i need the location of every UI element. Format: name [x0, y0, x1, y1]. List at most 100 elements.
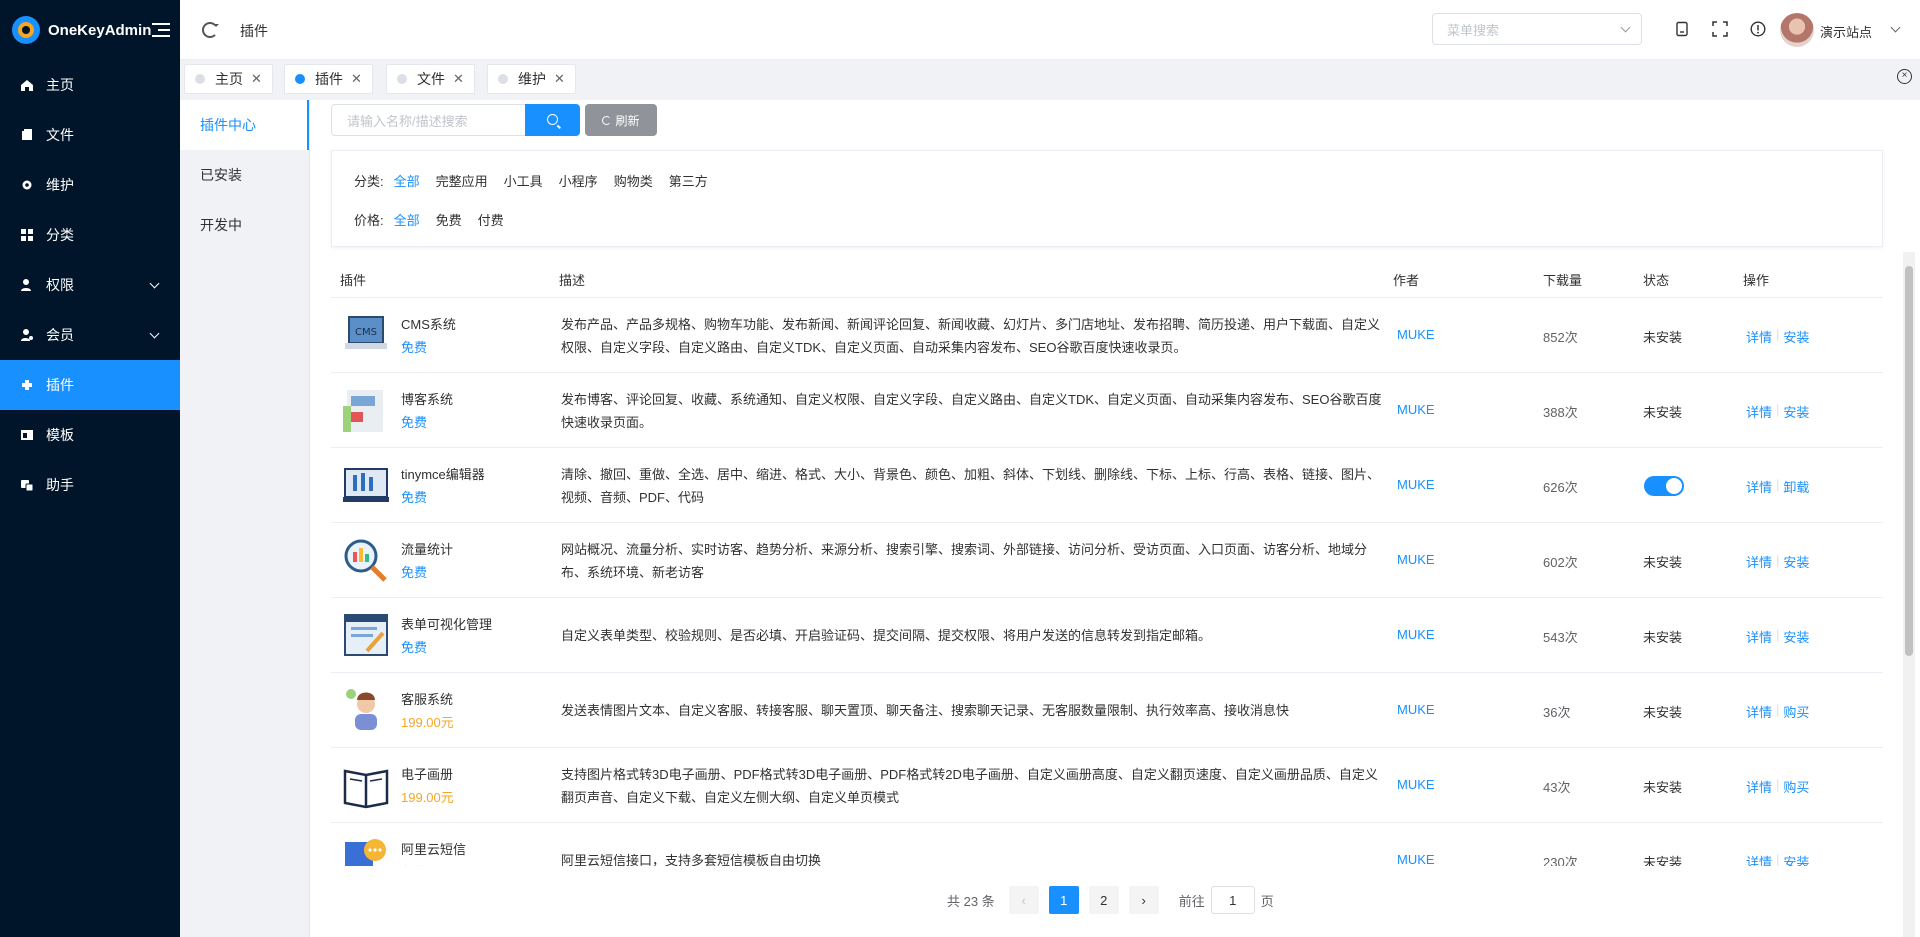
sidebar-item-7[interactable]: 模板 [0, 410, 180, 460]
sidebar-item-6[interactable]: 插件 [0, 360, 180, 410]
plugin-author-link[interactable]: MUKE [1397, 852, 1435, 866]
sidebar-item-0[interactable]: 主页 [0, 60, 180, 110]
page-button[interactable]: 2 [1088, 886, 1119, 914]
price-option[interactable]: 免费 [436, 210, 462, 229]
logo[interactable]: OneKeyAdmin [0, 0, 180, 60]
column-header: 操作 [1743, 273, 1770, 288]
menu-collapse-icon[interactable] [152, 22, 170, 38]
plugin-actions: 详情 | 安装 [1746, 402, 1809, 421]
plugin-search-input[interactable]: 请输入名称/描述搜索 [331, 104, 526, 136]
close-icon[interactable]: ✕ [251, 71, 262, 87]
plugin-price: 199.00元 [401, 715, 454, 730]
details-link[interactable]: 详情 [1746, 627, 1772, 646]
details-link[interactable]: 详情 [1746, 402, 1772, 421]
close-icon[interactable]: ✕ [554, 71, 565, 87]
details-link[interactable]: 详情 [1746, 852, 1772, 866]
next-page-button[interactable]: › [1128, 886, 1159, 914]
category-option[interactable]: 第三方 [669, 171, 708, 190]
details-link[interactable]: 详情 [1746, 552, 1772, 571]
close-icon[interactable]: ✕ [351, 71, 362, 87]
plugin-action-link[interactable]: 购买 [1783, 702, 1809, 721]
scrollbar-thumb[interactable] [1905, 266, 1913, 656]
category-option[interactable]: 小工具 [504, 171, 543, 190]
plugin-thumbnail-icon: CMS [341, 311, 391, 361]
refresh-button[interactable]: 刷新 [585, 104, 657, 136]
user-key-icon [20, 278, 34, 292]
plugin-name: CMS系统 [401, 317, 456, 332]
plugin-status: 未安装 [1643, 330, 1683, 345]
goto-page-input[interactable]: 1 [1210, 886, 1255, 914]
plugin-action-link[interactable]: 安装 [1783, 552, 1809, 571]
refresh-icon[interactable] [202, 22, 219, 38]
category-option[interactable]: 全部 [394, 171, 420, 190]
avatar[interactable] [1780, 13, 1814, 47]
details-link[interactable]: 详情 [1746, 702, 1772, 721]
plugin-status: 未安装 [1643, 630, 1683, 645]
category-option[interactable]: 完整应用 [436, 171, 488, 190]
tab-0[interactable]: 主页 ✕ [184, 64, 273, 94]
sidebar-item-label: 模板 [46, 427, 74, 443]
fullscreen-icon[interactable] [1712, 21, 1728, 37]
subnav-item-1[interactable]: 已安装 [180, 150, 309, 200]
subnav-item-2[interactable]: 开发中 [180, 200, 309, 250]
vertical-scrollbar[interactable] [1903, 252, 1915, 937]
price-option[interactable]: 全部 [394, 210, 420, 229]
plugin-author-link[interactable]: MUKE [1397, 627, 1435, 642]
plugin-thumbnail-icon [341, 461, 391, 511]
plugin-action-link[interactable]: 安装 [1783, 327, 1809, 346]
tab-1[interactable]: 插件 ✕ [284, 64, 373, 94]
plugin-author-link[interactable]: MUKE [1397, 327, 1435, 342]
category-option[interactable]: 购物类 [614, 171, 653, 190]
lock-screen-icon[interactable] [1674, 21, 1690, 37]
plugin-downloads: 543次 [1543, 630, 1578, 645]
plugin-status-toggle[interactable] [1644, 476, 1684, 496]
category-option[interactable]: 小程序 [559, 171, 598, 190]
info-icon[interactable] [1750, 21, 1766, 37]
plugin-author-link[interactable]: MUKE [1397, 702, 1435, 717]
sidebar-item-3[interactable]: 分类 [0, 210, 180, 260]
plugin-name: 博客系统 [401, 392, 454, 407]
main-content: 请输入名称/描述搜索 刷新 分类: 全部 完整应用 小工具 小程序 购物类 第三方 价格:… [311, 100, 1920, 937]
details-link[interactable]: 详情 [1746, 327, 1772, 346]
search-button[interactable] [525, 104, 580, 136]
sidebar-item-2[interactable]: 维护 [0, 160, 180, 210]
page-suffix: 页 [1260, 893, 1274, 909]
tab-2[interactable]: 文件 ✕ [386, 64, 475, 94]
close-all-tabs-icon[interactable]: × [1897, 69, 1912, 84]
price-option[interactable]: 付费 [478, 210, 504, 229]
plugin-action-link[interactable]: 安装 [1783, 627, 1809, 646]
sidebar-item-label: 助手 [46, 477, 74, 493]
plugin-action-link[interactable]: 卸载 [1783, 477, 1809, 496]
plugin-author-link[interactable]: MUKE [1397, 402, 1435, 417]
plugin-description-text: 发布博客、评论回复、收藏、系统通知、自定义权限、自定义字段、自定义路由、自定义T… [561, 391, 1382, 430]
details-link[interactable]: 详情 [1746, 477, 1772, 496]
prev-page-button[interactable]: ‹ [1008, 886, 1039, 914]
plugin-author-link[interactable]: MUKE [1397, 552, 1435, 567]
subnav-item-0[interactable]: 插件中心 [180, 100, 309, 150]
plugin-price: 免费 [401, 490, 428, 505]
plugin-thumbnail-icon [341, 686, 391, 736]
sidebar-item-5[interactable]: 会员 [0, 310, 180, 360]
plugin-action-link[interactable]: 购买 [1783, 777, 1809, 796]
tab-3[interactable]: 维护 ✕ [487, 64, 576, 94]
chevron-down-icon[interactable] [1890, 22, 1901, 33]
plugin-author-link[interactable]: MUKE [1397, 777, 1435, 792]
details-link[interactable]: 详情 [1746, 777, 1772, 796]
plugin-name: 表单可视化管理 [401, 617, 493, 632]
plugin-action-link[interactable]: 安装 [1783, 402, 1809, 421]
sidebar-item-8[interactable]: 助手 [0, 460, 180, 510]
plugin-status: 未安装 [1643, 780, 1683, 795]
menu-search-select[interactable]: 菜单搜索 [1432, 13, 1642, 45]
plugin-actions: 详情 | 购买 [1746, 702, 1809, 721]
plugin-price: 免费 [401, 862, 427, 866]
plugin-action-link[interactable]: 安装 [1783, 852, 1809, 866]
page-button[interactable]: 1 [1048, 886, 1079, 914]
sidebar-item-1[interactable]: 文件 [0, 110, 180, 160]
user-name[interactable]: 演示站点 [1820, 22, 1872, 41]
plugin-author-link[interactable]: MUKE [1397, 477, 1435, 492]
tab-label: 主页 [215, 71, 243, 87]
close-icon[interactable]: ✕ [453, 71, 464, 87]
sidebar-item-4[interactable]: 权限 [0, 260, 180, 310]
table-row: 客服系统 199.00元 发送表情图片文本、自定义客服、转接客服、聊天置顶、聊天备注… [331, 673, 1883, 748]
category-filter: 分类: 全部 完整应用 小工具 小程序 购物类 第三方 [354, 171, 724, 190]
